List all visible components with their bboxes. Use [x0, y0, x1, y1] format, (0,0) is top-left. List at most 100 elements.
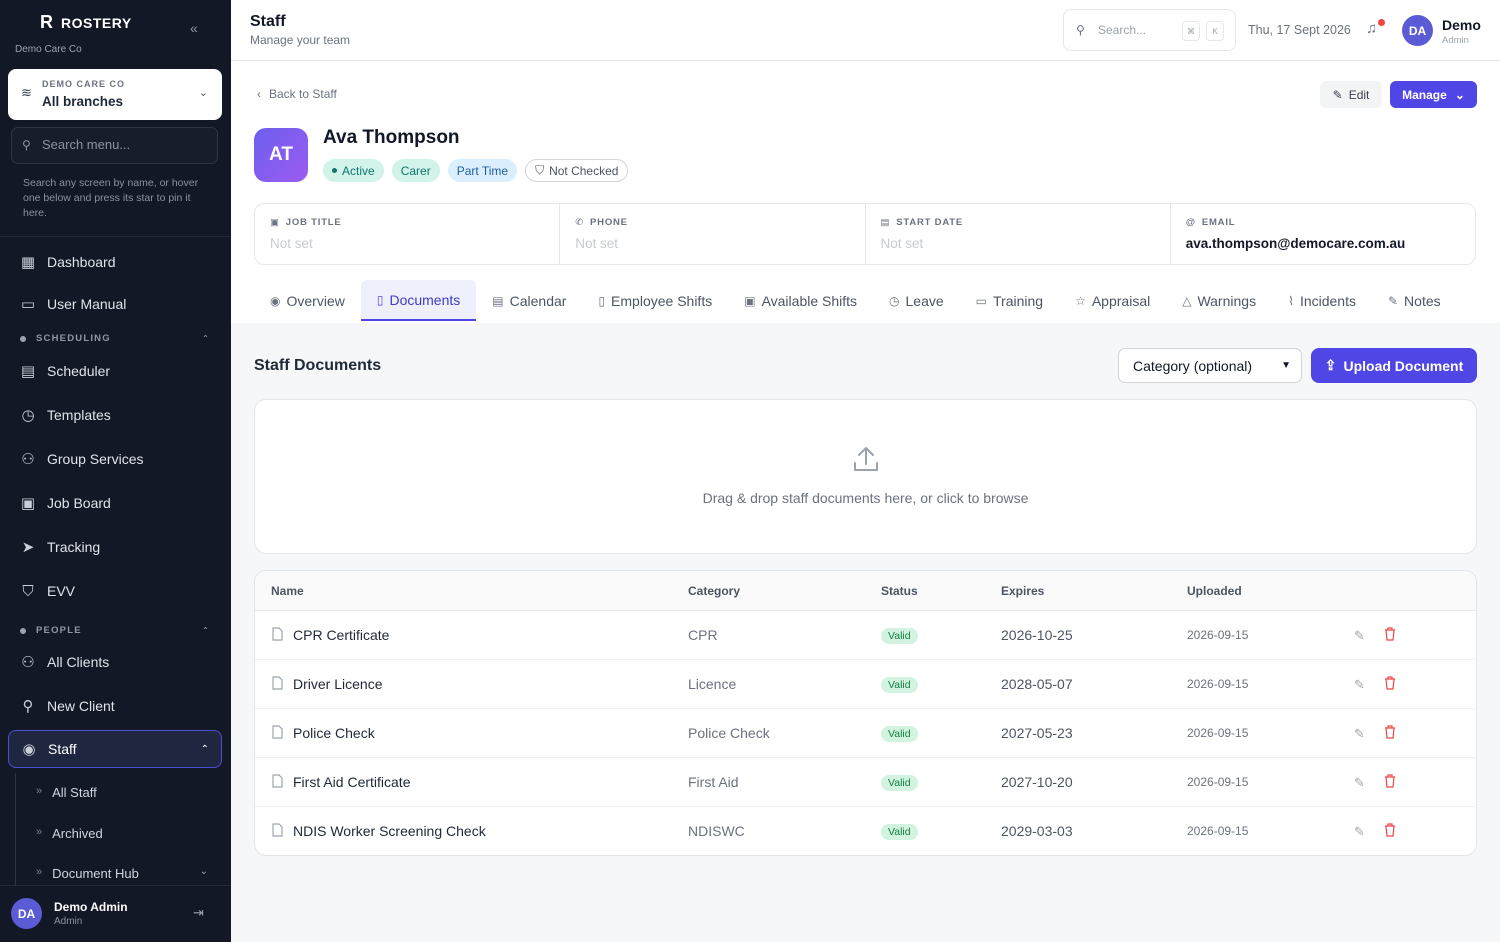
section-scheduling[interactable]: SCHEDULING ⌃: [20, 333, 210, 344]
category-select[interactable]: Category (optional) ▼: [1118, 348, 1302, 383]
column-header[interactable]: Expires: [1001, 584, 1044, 598]
sidebar-subitem-label: All Staff: [52, 785, 97, 800]
section-label: SCHEDULING: [36, 333, 111, 344]
sidebar-subitem-all-staff[interactable]: » All Staff: [36, 785, 214, 800]
page-title: Staff: [250, 13, 286, 30]
sidebar-item-group-services[interactable]: ⚇ Group Services: [8, 440, 222, 478]
doc-category: CPR: [688, 627, 718, 643]
sidebar-item-label: Dashboard: [47, 254, 116, 270]
file-icon: [272, 676, 283, 690]
info-value: Not set: [270, 236, 313, 251]
section-people[interactable]: PEOPLE ⌃: [20, 625, 210, 636]
sidebar-item-dashboard[interactable]: ▦ Dashboard: [8, 243, 222, 281]
info-label: EMAIL: [1201, 217, 1236, 228]
table-row[interactable]: NDIS Worker Screening Check NDISWC Valid…: [255, 807, 1476, 855]
tab-leave[interactable]: ◷ Leave: [873, 280, 960, 321]
book-icon: ▭: [20, 296, 36, 313]
sidebar-item-new-client[interactable]: ⚲ New Client: [8, 687, 222, 725]
tab-warnings[interactable]: △ Warnings: [1166, 280, 1272, 321]
chevrons-right-icon: »: [36, 826, 43, 838]
avatar[interactable]: DA: [11, 898, 42, 929]
column-header[interactable]: Status: [881, 584, 918, 598]
column-header[interactable]: Name: [271, 584, 304, 598]
sidebar-subitem-archived[interactable]: » Archived: [36, 826, 214, 841]
table-row[interactable]: Driver Licence Licence Valid 2028-05-07 …: [255, 660, 1476, 709]
doc-name[interactable]: CPR Certificate: [293, 627, 389, 643]
doc-name[interactable]: NDIS Worker Screening Check: [293, 823, 486, 839]
tab-employee-shifts[interactable]: ▯ Employee Shifts: [582, 280, 728, 321]
tab-overview[interactable]: ◉ Overview: [254, 280, 361, 321]
doc-name[interactable]: Police Check: [293, 725, 375, 741]
tab-incidents[interactable]: ⌇ Incidents: [1272, 280, 1372, 321]
briefcase-icon: ▣: [270, 217, 280, 228]
documents-table: Name Category Status Expires Uploaded CP…: [254, 570, 1477, 856]
sidebar-item-templates[interactable]: ◷ Templates: [8, 396, 222, 434]
calendar-clock-icon: ◷: [21, 407, 35, 424]
info-value[interactable]: ava.thompson@democare.com.au: [1186, 236, 1405, 251]
menu-search-input[interactable]: [42, 137, 212, 152]
sidebar-subitem-document-hub[interactable]: » Document Hub ⌄: [36, 866, 214, 881]
pencil-icon[interactable]: ✎: [1354, 628, 1365, 644]
grid-icon: ▦: [20, 254, 36, 271]
staff-name: Ava Thompson: [323, 127, 460, 148]
tab-training[interactable]: ▭ Training: [960, 280, 1059, 321]
collapse-sidebar-icon[interactable]: «: [190, 20, 198, 36]
brand[interactable]: R ROSTERY: [40, 12, 132, 33]
pencil-icon[interactable]: ✎: [1354, 824, 1365, 840]
edit-button[interactable]: ✎ Edit: [1320, 81, 1382, 108]
trash-icon[interactable]: [1384, 774, 1396, 788]
table-row[interactable]: CPR Certificate CPR Valid 2026-10-25 202…: [255, 611, 1476, 660]
branch-name: All branches: [42, 94, 124, 109]
sidebar-item-label: Group Services: [47, 451, 144, 467]
doc-uploaded: 2026-09-15: [1187, 628, 1249, 642]
avatar[interactable]: DA: [1402, 15, 1433, 46]
pencil-icon[interactable]: ✎: [1354, 726, 1365, 742]
manage-button[interactable]: Manage ⌄: [1390, 81, 1477, 108]
category-select-value: Category (optional): [1133, 357, 1253, 374]
tab-documents[interactable]: ▯ Documents: [360, 280, 477, 321]
table-row[interactable]: Police Check Police Check Valid 2027-05-…: [255, 709, 1476, 758]
table-row[interactable]: First Aid Certificate First Aid Valid 20…: [255, 758, 1476, 807]
column-header[interactable]: Uploaded: [1187, 584, 1242, 598]
sidebar-item-all-clients[interactable]: ⚇ All Clients: [8, 643, 222, 681]
doc-name[interactable]: First Aid Certificate: [293, 774, 410, 790]
sidebar-item-scheduler[interactable]: ▤ Scheduler: [8, 352, 222, 390]
upload-document-button[interactable]: ⇪ Upload Document: [1311, 348, 1477, 383]
tab-notes[interactable]: ✎ Notes: [1372, 280, 1457, 321]
pencil-icon[interactable]: ✎: [1354, 677, 1365, 693]
trash-icon[interactable]: [1384, 823, 1396, 837]
user-plus-icon: ⚲: [22, 698, 34, 715]
file-dropzone[interactable]: Drag & drop staff documents here, or cli…: [254, 399, 1477, 554]
chevron-down-icon: ⌄: [199, 866, 208, 877]
tab-appraisal[interactable]: ☆ Appraisal: [1059, 280, 1166, 321]
trash-icon[interactable]: [1384, 725, 1396, 739]
doc-name[interactable]: Driver Licence: [293, 676, 382, 692]
sidebar-item-staff[interactable]: ◉ Staff ⌃: [8, 730, 222, 768]
trash-icon[interactable]: [1384, 676, 1396, 690]
sidebar-subitem-label: Archived: [52, 826, 103, 841]
calendar-icon: ▤: [492, 293, 504, 308]
current-date: Thu, 17 Sept 2026: [1248, 23, 1351, 37]
trash-icon[interactable]: [1384, 627, 1396, 641]
tab-available-shifts[interactable]: ▣ Available Shifts: [728, 280, 873, 321]
doc-uploaded: 2026-09-15: [1187, 775, 1249, 789]
doc-category: NDISWC: [688, 823, 745, 839]
rostery-logo-icon: R: [40, 12, 53, 32]
tab-label: Appraisal: [1091, 292, 1151, 309]
branch-selector[interactable]: ≋ DEMO CARE CO All branches ⌄: [8, 69, 222, 120]
sidebar-item-evv[interactable]: ⛉ EVV: [8, 572, 222, 610]
column-header[interactable]: Category: [688, 584, 740, 598]
back-link[interactable]: ‹ Back to Staff: [257, 87, 337, 101]
bell-icon[interactable]: ♫: [1366, 20, 1377, 37]
logout-icon[interactable]: ⇥: [193, 905, 204, 921]
tab-calendar[interactable]: ▤ Calendar: [476, 280, 582, 321]
sidebar-item-user-manual[interactable]: ▭ User Manual: [8, 285, 222, 323]
sidebar-item-tracking[interactable]: ➤ Tracking: [8, 528, 222, 566]
global-search-input[interactable]: [1098, 23, 1178, 37]
user-name[interactable]: Demo: [1442, 17, 1481, 33]
status-badge: Valid: [881, 726, 918, 742]
sidebar-item-job-board[interactable]: ▣ Job Board: [8, 484, 222, 522]
page-subtitle: Manage your team: [250, 33, 351, 47]
brand-name: ROSTERY: [61, 14, 132, 31]
pencil-icon[interactable]: ✎: [1354, 775, 1365, 791]
